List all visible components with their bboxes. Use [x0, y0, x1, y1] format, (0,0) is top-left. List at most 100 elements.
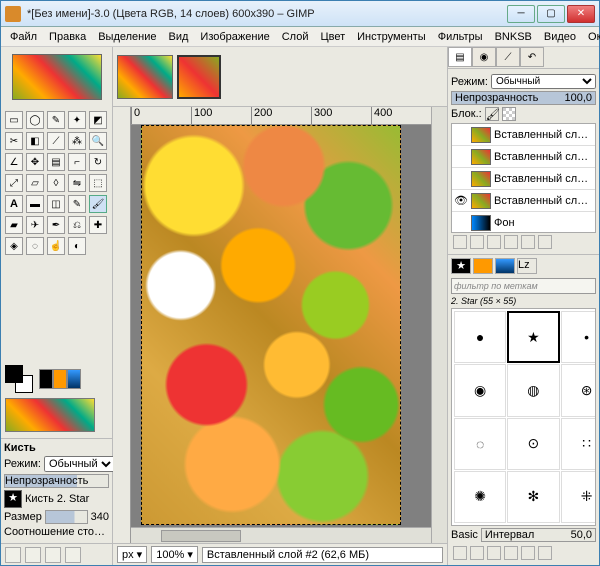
- layer-row[interactable]: Фон: [452, 212, 595, 233]
- save-options-icon[interactable]: [5, 547, 21, 563]
- anchor-layer-icon[interactable]: [521, 235, 535, 249]
- paintbrush-tool[interactable]: 🖌: [89, 195, 107, 213]
- unit-select[interactable]: px ▾: [117, 546, 147, 563]
- maximize-button[interactable]: ▢: [537, 5, 565, 23]
- open-brush-icon[interactable]: [538, 546, 552, 560]
- brush-cell[interactable]: ◌: [454, 418, 506, 470]
- new-brush-icon[interactable]: [470, 546, 484, 560]
- menu-filters[interactable]: Фильтры: [433, 29, 488, 45]
- smudge-tool[interactable]: ☝: [47, 237, 65, 255]
- mode-select[interactable]: Обычный: [44, 456, 115, 472]
- paths-tab-icon[interactable]: ⟋: [496, 47, 520, 67]
- brush-orange-tab[interactable]: [473, 258, 493, 274]
- layers-tab-icon[interactable]: ▤: [448, 47, 472, 67]
- brush-cell[interactable]: ◉: [454, 364, 506, 416]
- close-button[interactable]: ✕: [567, 5, 595, 23]
- menu-color[interactable]: Цвет: [315, 29, 350, 45]
- scale-tool[interactable]: ⤢: [5, 174, 23, 192]
- heal-tool[interactable]: ✚: [89, 216, 107, 234]
- interval-slider[interactable]: Интервал 50,0: [481, 528, 596, 542]
- indicator-image[interactable]: [5, 398, 95, 432]
- color-select-tool[interactable]: ◩: [89, 111, 107, 129]
- menu-view[interactable]: Вид: [164, 29, 194, 45]
- measure-tool[interactable]: ∠: [5, 153, 23, 171]
- menu-image[interactable]: Изображение: [195, 29, 274, 45]
- layer-row[interactable]: Вставленный сл…: [452, 146, 595, 168]
- delete-options-icon[interactable]: [45, 547, 61, 563]
- menu-select[interactable]: Выделение: [93, 29, 161, 45]
- visibility-icon[interactable]: 👁: [454, 194, 468, 207]
- crop-tool[interactable]: ⌐: [68, 153, 86, 171]
- raise-layer-icon[interactable]: [470, 235, 484, 249]
- image-tab-2-active[interactable]: [177, 55, 221, 99]
- brush-text-tab[interactable]: Lz: [517, 258, 537, 274]
- brush-cell[interactable]: ★: [507, 311, 559, 363]
- minimize-button[interactable]: ─: [507, 5, 535, 23]
- duplicate-brush-icon[interactable]: [487, 546, 501, 560]
- brush-cell[interactable]: ⊛: [561, 364, 597, 416]
- delete-brush-icon[interactable]: [504, 546, 518, 560]
- swatch-gradient[interactable]: [67, 369, 81, 389]
- dodge-burn-tool[interactable]: ◐: [68, 237, 86, 255]
- image-thumbnail[interactable]: [12, 54, 102, 100]
- menu-tools[interactable]: Инструменты: [352, 29, 431, 45]
- fuzzy-select-tool[interactable]: ✦: [68, 111, 86, 129]
- layer-opacity-slider[interactable]: Непрозрачность 100,0: [451, 91, 596, 105]
- text-tool[interactable]: A: [5, 195, 23, 213]
- pencil-tool[interactable]: ✎: [68, 195, 86, 213]
- ellipse-select-tool[interactable]: ◯: [26, 111, 44, 129]
- flip-tool[interactable]: ⇋: [68, 174, 86, 192]
- image-tab-1[interactable]: [117, 55, 173, 99]
- zoom-tool[interactable]: 🔍: [89, 132, 107, 150]
- refresh-brush-icon[interactable]: [521, 546, 535, 560]
- brush-gradient-tab[interactable]: [495, 258, 515, 274]
- brush-cell[interactable]: ⁜: [561, 471, 597, 523]
- swatch-star[interactable]: ★: [39, 369, 53, 389]
- duplicate-layer-icon[interactable]: [504, 235, 518, 249]
- scrollbar-horizontal[interactable]: [131, 527, 431, 543]
- undo-tab-icon[interactable]: ↶: [520, 47, 544, 67]
- rotate-tool[interactable]: ↻: [89, 153, 107, 171]
- foreground-select-tool[interactable]: ◧: [26, 132, 44, 150]
- brush-preview-icon[interactable]: ★: [4, 490, 22, 508]
- airbrush-tool[interactable]: ✈: [26, 216, 44, 234]
- layer-mode-select[interactable]: Обычный: [491, 74, 596, 89]
- brush-cell[interactable]: ✻: [507, 471, 559, 523]
- new-layer-icon[interactable]: [453, 235, 467, 249]
- delete-layer-icon[interactable]: [538, 235, 552, 249]
- preset-label[interactable]: Basic: [451, 529, 478, 541]
- perspective-clone-tool[interactable]: ◈: [5, 237, 23, 255]
- bucket-fill-tool[interactable]: ▬: [26, 195, 44, 213]
- titlebar[interactable]: *[Без имени]-3.0 (Цвета RGB, 14 слоев) 6…: [1, 1, 599, 27]
- menu-file[interactable]: Файл: [5, 29, 42, 45]
- brush-cell[interactable]: •: [561, 311, 597, 363]
- perspective-tool[interactable]: ◊: [47, 174, 65, 192]
- free-select-tool[interactable]: ✎: [47, 111, 65, 129]
- lock-pixels-icon[interactable]: 🖌: [485, 107, 499, 121]
- zoom-select[interactable]: 100% ▾: [151, 546, 198, 563]
- channels-tab-icon[interactable]: ◉: [472, 47, 496, 67]
- layer-row[interactable]: Вставленный сл…: [452, 124, 595, 146]
- blend-tool[interactable]: ◫: [47, 195, 65, 213]
- fg-bg-colors[interactable]: [5, 365, 33, 393]
- brush-cell[interactable]: ✺: [454, 471, 506, 523]
- reset-options-icon[interactable]: [65, 547, 81, 563]
- move-tool[interactable]: ✥: [26, 153, 44, 171]
- menu-video[interactable]: Видео: [539, 29, 581, 45]
- color-picker-tool[interactable]: ⁂: [68, 132, 86, 150]
- brush-star-tab[interactable]: ★: [451, 258, 471, 274]
- layer-row[interactable]: 👁Вставленный сл…: [452, 190, 595, 212]
- scrollbar-vertical[interactable]: [431, 107, 447, 543]
- brush-cell[interactable]: ⊙: [507, 418, 559, 470]
- brush-cell[interactable]: ∷: [561, 418, 597, 470]
- align-tool[interactable]: ▤: [47, 153, 65, 171]
- eraser-tool[interactable]: ▰: [5, 216, 23, 234]
- scissors-tool[interactable]: ✂: [5, 132, 23, 150]
- lock-alpha-icon[interactable]: [502, 107, 516, 121]
- blur-tool[interactable]: ◌: [26, 237, 44, 255]
- menu-edit[interactable]: Правка: [44, 29, 91, 45]
- cage-tool[interactable]: ⬚: [89, 174, 107, 192]
- clone-tool[interactable]: ⎌: [68, 216, 86, 234]
- ruler-horizontal[interactable]: 0 100 200 300 400: [131, 107, 431, 125]
- edit-brush-icon[interactable]: [453, 546, 467, 560]
